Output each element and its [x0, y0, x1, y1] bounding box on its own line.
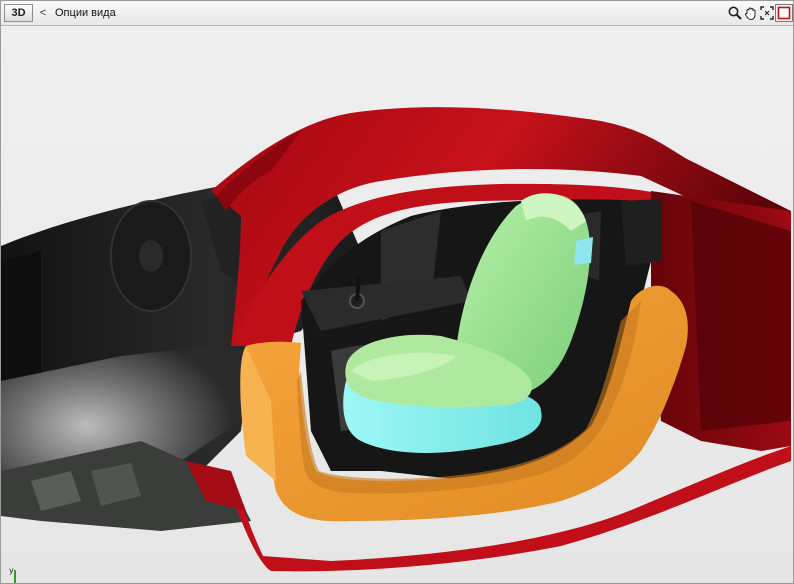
view-window: 3D < Опции вида y [0, 0, 794, 584]
3d-mode-button[interactable]: 3D [4, 4, 33, 22]
fit-view-icon[interactable] [758, 4, 776, 22]
car-model-render [1, 107, 791, 572]
y-axis-label: y [9, 566, 14, 575]
back-button[interactable]: < [38, 5, 48, 21]
axis-triad: y z x [3, 566, 39, 583]
window-frame-icon[interactable] [775, 4, 793, 22]
view-options-title: Опции вида [55, 7, 116, 19]
view-toolbar: 3D < Опции вида [1, 1, 793, 26]
3d-viewport[interactable]: y z x [1, 26, 793, 583]
